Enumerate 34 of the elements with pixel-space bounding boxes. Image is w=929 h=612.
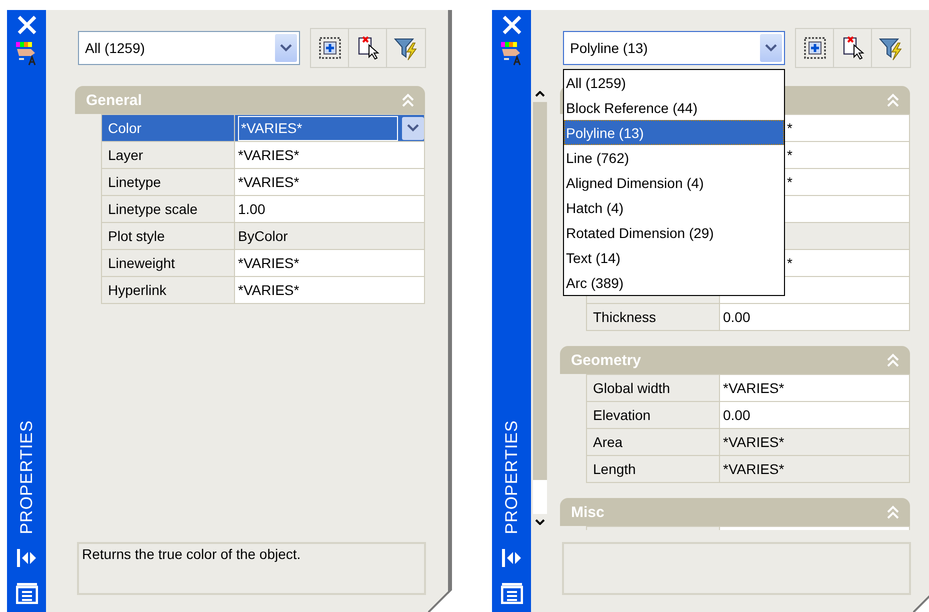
selection-plus-icon [802,36,826,60]
chevron-down-icon [407,124,419,132]
scroll-down-icon [535,519,545,525]
dropdown-option[interactable]: Polyline (13) [564,120,784,145]
property-value[interactable]: *VARIES* [235,142,424,168]
selection-plus-icon [318,36,342,60]
property-value[interactable]: *VARIES* [235,169,424,195]
value-dropdown-button[interactable] [402,116,424,140]
close-icon[interactable] [500,14,522,36]
palette-title: PROPERTIES [502,420,522,534]
property-value[interactable]: 1.00 [235,196,424,222]
pick-cursor-icon [356,35,380,61]
pick-cursor-icon [840,35,864,61]
property-value[interactable]: 0.00 [720,304,909,330]
scroll-up-icon [535,91,545,97]
close-icon[interactable] [16,14,38,36]
property-value[interactable]: *VARIES* [235,277,424,303]
chevron-down-icon [765,44,777,52]
auto-hide-icon[interactable] [500,548,522,568]
auto-hide-icon[interactable] [16,548,38,568]
palette-title: PROPERTIES [16,420,36,534]
chevron-down-icon [280,44,292,52]
dropdown-arrow-button[interactable] [275,34,297,62]
property-value[interactable]: 0.00 [720,402,909,428]
object-type-dropdown[interactable]: Polyline (13) [563,31,785,65]
property-value[interactable]: *VARIES* [720,375,909,401]
object-type-dropdown[interactable]: All (1259) [78,31,300,65]
property-value[interactable]: *VARIES* [235,250,424,276]
property-value[interactable]: *VARIES* [235,115,424,141]
menu-icon[interactable] [500,582,522,604]
dropdown-arrow-button[interactable] [760,34,782,62]
property-name[interactable]: Color [102,115,235,141]
menu-icon[interactable] [16,582,38,604]
description-box: Returns the true color of the object. [77,542,426,595]
